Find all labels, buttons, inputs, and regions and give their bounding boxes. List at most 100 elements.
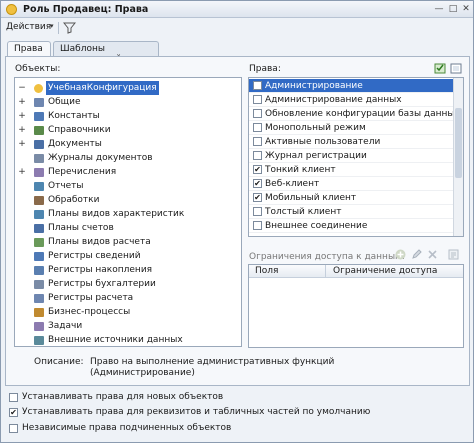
- config-icon: [34, 84, 43, 93]
- info-registers-icon: [34, 252, 44, 261]
- tree-item[interactable]: Задачи: [15, 319, 241, 333]
- close-icon[interactable]: ✕: [460, 3, 472, 15]
- actions-menu[interactable]: Действия: [6, 22, 51, 32]
- right-row[interactable]: Монопольный режим: [249, 121, 453, 135]
- tree-item[interactable]: + Документы: [15, 137, 241, 151]
- journals-icon: [34, 154, 44, 163]
- tree-item[interactable]: Отчеты: [15, 179, 241, 193]
- expand-toggle-icon[interactable]: +: [18, 165, 26, 179]
- right-checkbox[interactable]: ✔: [253, 165, 262, 174]
- restrictions-header: Поля Ограничение доступа: [249, 265, 463, 278]
- expand-toggle-icon[interactable]: +: [18, 109, 26, 123]
- tree-item[interactable]: Регистры сведений: [15, 249, 241, 263]
- tree-item-label: Регистры накопления: [48, 265, 153, 275]
- unmark-all-icon[interactable]: [450, 62, 462, 74]
- right-row[interactable]: Журнал регистрации: [249, 149, 453, 163]
- tree-item-label: Журналы документов: [48, 153, 153, 163]
- tree-item-label: Внешние источники данных: [48, 335, 183, 345]
- tree-item-label: Планы видов характеристик: [48, 209, 185, 219]
- option-checkbox[interactable]: [9, 424, 18, 433]
- tree-item-label: Справочники: [48, 125, 111, 135]
- mark-all-icon[interactable]: [434, 62, 446, 74]
- tree-item[interactable]: − УчебнаяКонфигурация: [15, 81, 241, 95]
- right-row[interactable]: ✔ Тонкий клиент: [249, 163, 453, 177]
- right-checkbox[interactable]: [253, 81, 262, 90]
- objects-tree[interactable]: − УчебнаяКонфигурация + Общие + Константы + Спр…: [14, 77, 242, 347]
- tree-item[interactable]: Обработки: [15, 193, 241, 207]
- tree-item-label: Общие: [48, 97, 81, 107]
- tree-item[interactable]: + Константы: [15, 109, 241, 123]
- tree-item[interactable]: Внешние источники данных: [15, 333, 241, 346]
- right-checkbox[interactable]: [253, 123, 262, 132]
- toolbar: Действия ▾: [1, 19, 473, 37]
- role-rights-window: Роль Продавец: Права — □ ✕ Действия ▾ Пр…: [0, 0, 474, 443]
- right-checkbox[interactable]: [253, 151, 262, 160]
- right-label: Активные пользователи: [265, 137, 381, 147]
- dataprocessors-icon: [34, 196, 44, 205]
- expand-toggle-icon[interactable]: +: [18, 123, 26, 137]
- column-fields[interactable]: Поля: [255, 265, 278, 278]
- add-icon[interactable]: [395, 249, 406, 260]
- right-row[interactable]: Внешнее соединение: [249, 219, 453, 233]
- maximize-icon[interactable]: □: [447, 3, 459, 15]
- description-label: Описание:: [34, 357, 84, 367]
- tree-item[interactable]: + Перечисления: [15, 165, 241, 179]
- tree-item[interactable]: + Общие: [15, 95, 241, 109]
- right-row[interactable]: ✔ Мобильный клиент: [249, 191, 453, 205]
- title-bar: Роль Продавец: Права — □ ✕: [1, 1, 473, 18]
- right-checkbox[interactable]: [253, 95, 262, 104]
- tree-item[interactable]: Бизнес-процессы: [15, 305, 241, 319]
- tree-item-label: Регистры сведений: [48, 251, 141, 261]
- right-row[interactable]: Толстый клиент: [249, 205, 453, 219]
- expand-toggle-icon[interactable]: +: [18, 137, 26, 151]
- expand-toggle-icon[interactable]: +: [18, 95, 26, 109]
- tree-item[interactable]: Журналы документов: [15, 151, 241, 165]
- right-row[interactable]: Администрирование данных: [249, 93, 453, 107]
- scroll-thumb[interactable]: [455, 108, 462, 178]
- right-checkbox[interactable]: [253, 221, 262, 230]
- app-icon: [6, 4, 17, 15]
- tree-item-label: Документы: [48, 139, 102, 149]
- tree-item[interactable]: + Справочники: [15, 123, 241, 137]
- right-row[interactable]: Активные пользователи: [249, 135, 453, 149]
- right-checkbox[interactable]: ✔: [253, 193, 262, 202]
- delete-icon[interactable]: [427, 249, 438, 260]
- right-row[interactable]: ✔ Веб-клиент: [249, 177, 453, 191]
- right-checkbox[interactable]: [253, 207, 262, 216]
- chart-of-accounts-icon: [34, 224, 44, 233]
- tab-restriction-templates[interactable]: Шаблоны ограничений: [53, 41, 159, 64]
- enums-icon: [34, 168, 44, 177]
- minimize-icon[interactable]: —: [433, 3, 445, 15]
- edit-icon[interactable]: [411, 249, 422, 260]
- right-row[interactable]: Обновление конфигурации базы данных: [249, 107, 460, 121]
- chevron-down-icon[interactable]: ▾: [50, 22, 54, 30]
- tree-item[interactable]: Регистры накопления: [15, 263, 241, 277]
- rights-scrollbar[interactable]: [453, 78, 463, 236]
- filter-icon[interactable]: [63, 21, 76, 34]
- tree-item[interactable]: Планы видов характеристик: [15, 207, 241, 221]
- tree-item[interactable]: Планы счетов: [15, 221, 241, 235]
- right-checkbox[interactable]: [253, 137, 262, 146]
- column-access-restriction[interactable]: Ограничение доступа: [333, 265, 437, 278]
- right-label: Администрирование данных: [265, 95, 402, 105]
- restrictions-label: Ограничения доступа к данным:: [249, 252, 405, 262]
- template-icon[interactable]: [448, 249, 459, 260]
- right-label: Обновление конфигурации базы данных: [265, 109, 460, 119]
- option-label: Устанавливать права для новых объектов: [22, 392, 224, 402]
- tree-item[interactable]: Планы видов расчета: [15, 235, 241, 249]
- expand-toggle-icon[interactable]: −: [18, 81, 26, 95]
- right-checkbox[interactable]: [253, 109, 262, 118]
- right-checkbox[interactable]: ✔: [253, 179, 262, 188]
- tree-item[interactable]: Регистры бухгалтерии: [15, 277, 241, 291]
- rights-list[interactable]: Администрирование Администрирование данны…: [248, 77, 464, 237]
- restrictions-table[interactable]: Поля Ограничение доступа: [248, 264, 464, 348]
- option-checkbox[interactable]: ✔: [9, 408, 18, 417]
- option-checkbox[interactable]: [9, 393, 18, 402]
- tree-item[interactable]: Регистры расчета: [15, 291, 241, 305]
- accum-registers-icon: [34, 266, 44, 275]
- reports-icon: [34, 182, 44, 191]
- chart-of-char-types-icon: [34, 210, 44, 219]
- right-label: Администрирование: [265, 81, 363, 91]
- documents-icon: [34, 140, 44, 149]
- right-row[interactable]: Администрирование: [249, 79, 453, 93]
